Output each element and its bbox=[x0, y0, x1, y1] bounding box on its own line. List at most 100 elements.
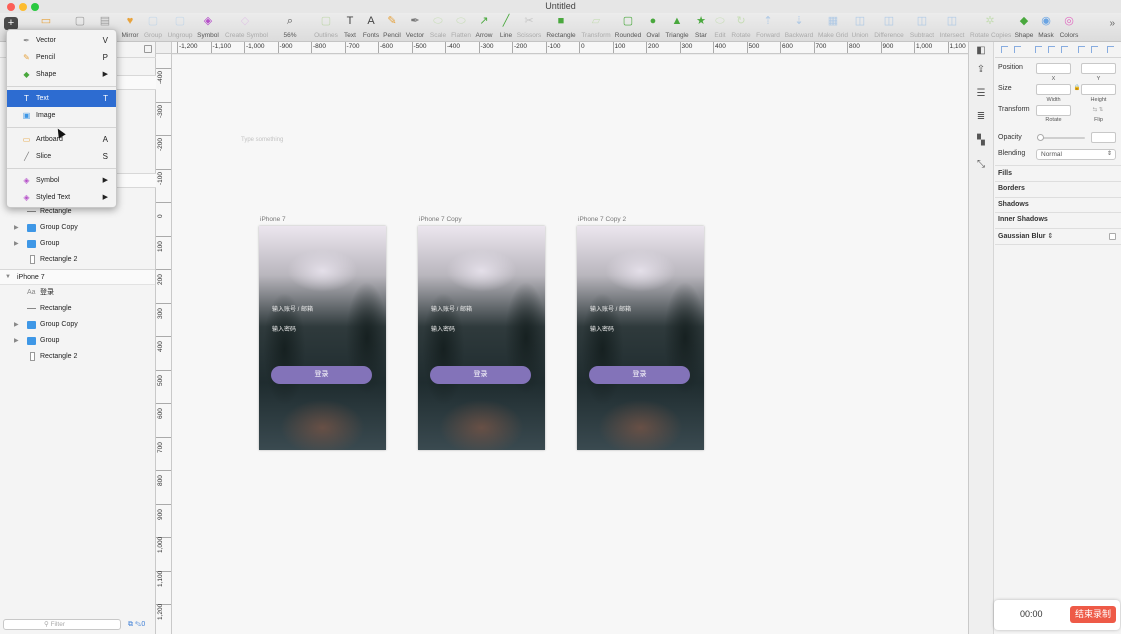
disclosure-down-icon[interactable]: ▼ bbox=[5, 270, 11, 285]
layer-row[interactable]: ▶ Group bbox=[0, 236, 155, 252]
distribute-v-icon[interactable] bbox=[1014, 46, 1021, 53]
ruler-label: 500 bbox=[157, 374, 164, 386]
gaussian-blur-section[interactable]: Gaussian Blur ⇕ bbox=[998, 232, 1053, 240]
artboard-title[interactable]: iPhone 7 Copy bbox=[419, 216, 462, 223]
align-left-icon[interactable] bbox=[1035, 46, 1042, 53]
layer-filter-input[interactable]: ⚲ Filter bbox=[3, 619, 121, 630]
gaussian-blur-checkbox[interactable] bbox=[1109, 233, 1116, 240]
align-top-icon[interactable] bbox=[1078, 46, 1085, 53]
layer-row[interactable]: ▶ Group Copy bbox=[0, 220, 155, 236]
layer-group-iphone7[interactable]: ▼ iPhone 7 bbox=[0, 269, 155, 285]
text-placeholder[interactable]: Type something bbox=[241, 137, 283, 143]
lock-icon[interactable]: 🔒 bbox=[1073, 85, 1081, 91]
layer-row[interactable]: Rectangle 2 bbox=[0, 349, 155, 365]
align-center-icon[interactable] bbox=[1048, 46, 1055, 53]
align-middle-icon[interactable] bbox=[1091, 46, 1098, 53]
opacity-slider[interactable] bbox=[1039, 137, 1085, 139]
artboard-title[interactable]: iPhone 7 bbox=[260, 216, 286, 223]
ruler-tick bbox=[344, 42, 346, 53]
menu-item-text[interactable]: T Text T bbox=[7, 90, 116, 107]
borders-section[interactable]: Borders bbox=[998, 185, 1025, 192]
login-button[interactable]: 登录 bbox=[271, 366, 372, 384]
layer-row[interactable]: ▶ Group Copy bbox=[0, 317, 155, 333]
recording-timer: 00:00 bbox=[1020, 609, 1043, 619]
opacity-field[interactable] bbox=[1091, 132, 1116, 143]
menu-item-slice[interactable]: ╱ Slice S bbox=[7, 148, 116, 165]
menu-separator bbox=[7, 86, 116, 87]
artboard-iphone[interactable]: 输入账号 / 邮箱 输入密码登录 bbox=[418, 226, 545, 450]
layer-row[interactable]: Aa 登录 bbox=[0, 285, 155, 301]
layer-row-hidden[interactable] bbox=[116, 173, 156, 188]
blending-select[interactable]: Normal ⇕ bbox=[1036, 149, 1116, 160]
size-label: Size bbox=[998, 85, 1012, 92]
inner-shadows-section[interactable]: Inner Shadows bbox=[998, 216, 1048, 223]
vertical-ruler[interactable]: -400 -300 -200 -100 0 100 200 300 400 500 600 700 80… bbox=[156, 54, 172, 634]
toolbar-symbol-button[interactable]: ◈ Symbol bbox=[188, 15, 228, 41]
disclosure-right-icon[interactable]: ▶ bbox=[14, 317, 19, 333]
canvas[interactable]: Type something iPhone 7 输入账号 / 邮箱 输入密码 登录 iP… bbox=[172, 55, 968, 634]
layer-filter-options[interactable]: ⧉ ✎0 bbox=[128, 621, 145, 629]
folder-icon bbox=[27, 224, 36, 232]
menu-item-pencil[interactable]: ✎ Pencil P bbox=[7, 49, 116, 66]
align-bottom-icon[interactable] bbox=[1107, 46, 1114, 53]
ruler-label: 1,100 bbox=[949, 43, 966, 50]
disclosure-right-icon[interactable]: ▶ bbox=[14, 333, 19, 349]
line-icon bbox=[27, 308, 36, 309]
fills-section[interactable]: Fills bbox=[998, 170, 1012, 177]
resize-icon[interactable]: ⤡ bbox=[975, 159, 987, 171]
distribute-h-icon[interactable] bbox=[1001, 46, 1008, 53]
account-input[interactable]: 输入账号 / 邮箱 bbox=[590, 304, 631, 313]
menu-item-image[interactable]: ▣ Image bbox=[7, 107, 116, 124]
login-button[interactable]: 登录 bbox=[589, 366, 690, 384]
shadows-section[interactable]: Shadows bbox=[998, 201, 1029, 208]
stop-recording-button[interactable]: 结束录制 bbox=[1070, 606, 1116, 623]
height-field[interactable] bbox=[1081, 84, 1116, 95]
toolbar-rectangle-button[interactable]: ■ Rectangle bbox=[541, 15, 581, 41]
menu-item-vector[interactable]: ✒ Vector V bbox=[7, 32, 116, 49]
artboard-iphone[interactable]: 输入账号 / 邮箱 输入密码登录 bbox=[259, 226, 386, 450]
layer-row[interactable]: Rectangle bbox=[0, 301, 155, 317]
disclosure-right-icon[interactable]: ▶ bbox=[14, 220, 19, 236]
y-field[interactable] bbox=[1081, 63, 1116, 74]
ruler-tick bbox=[156, 135, 171, 136]
artboard-iphone[interactable]: 输入账号 / 邮箱 输入密码登录 bbox=[577, 226, 704, 450]
layer-row[interactable]: Rectangle 2 bbox=[0, 252, 155, 268]
menu-item-label: Vector bbox=[36, 37, 56, 44]
password-input[interactable]: 输入密码 bbox=[590, 324, 614, 333]
toolbar-colors-button[interactable]: ◎ Colors bbox=[1049, 15, 1089, 41]
rotate-field[interactable] bbox=[1036, 105, 1071, 116]
inspector-toggle-icon[interactable]: ◧ bbox=[975, 45, 987, 57]
menu-item-symbol[interactable]: ◈ Symbol ▶ bbox=[7, 172, 116, 189]
password-input[interactable]: 输入密码 bbox=[431, 324, 455, 333]
rotate-icon: ↻ bbox=[736, 15, 746, 27]
width-field[interactable] bbox=[1036, 84, 1071, 95]
x-field[interactable] bbox=[1036, 63, 1071, 74]
layout-icon[interactable]: ▚ bbox=[975, 135, 987, 147]
login-button[interactable]: 登录 bbox=[430, 366, 531, 384]
artboard-title[interactable]: iPhone 7 Copy 2 bbox=[578, 216, 626, 223]
menu-item-styled-text[interactable]: ◈ Styled Text ▶ bbox=[7, 189, 116, 206]
export-icon[interactable]: ⇪ bbox=[975, 64, 987, 76]
toolbar-intersect-button[interactable]: ◫ Intersect bbox=[932, 15, 972, 41]
layers-stack-icon[interactable]: ☰ bbox=[975, 88, 987, 100]
align-right-icon[interactable] bbox=[1061, 46, 1068, 53]
account-input[interactable]: 输入账号 / 邮箱 bbox=[272, 304, 313, 313]
horizontal-ruler[interactable]: -1,200 -1,100 -1,000 -900 -800 -700 -600 -500 -4… bbox=[172, 42, 968, 54]
menu-item-shape[interactable]: ◆ Shape ▶ bbox=[7, 66, 116, 83]
opacity-slider-knob[interactable] bbox=[1037, 134, 1044, 141]
list-icon[interactable]: ≣ bbox=[975, 111, 987, 123]
toolbar-overflow-icon[interactable]: » bbox=[1109, 18, 1115, 29]
y-label: Y bbox=[1096, 76, 1101, 82]
rectangle-icon: ■ bbox=[557, 15, 565, 27]
account-input[interactable]: 输入账号 / 邮箱 bbox=[431, 304, 472, 313]
ruler-tick bbox=[156, 101, 171, 103]
collapse-icon[interactable] bbox=[144, 45, 152, 53]
disclosure-right-icon[interactable]: ▶ bbox=[14, 236, 19, 252]
password-input[interactable]: 输入密码 bbox=[272, 324, 296, 333]
toolbar-zoom-button[interactable]: ⌕ 56% bbox=[270, 15, 310, 41]
layer-row-hidden[interactable] bbox=[116, 75, 156, 90]
toolbar-create-symbol-button[interactable]: ◇ Create Symbol bbox=[225, 15, 268, 41]
ruler-tick bbox=[156, 503, 171, 505]
layer-row[interactable]: ▶ Group bbox=[0, 333, 155, 349]
flip-buttons[interactable]: ⇆ ⇅ bbox=[1083, 107, 1113, 113]
